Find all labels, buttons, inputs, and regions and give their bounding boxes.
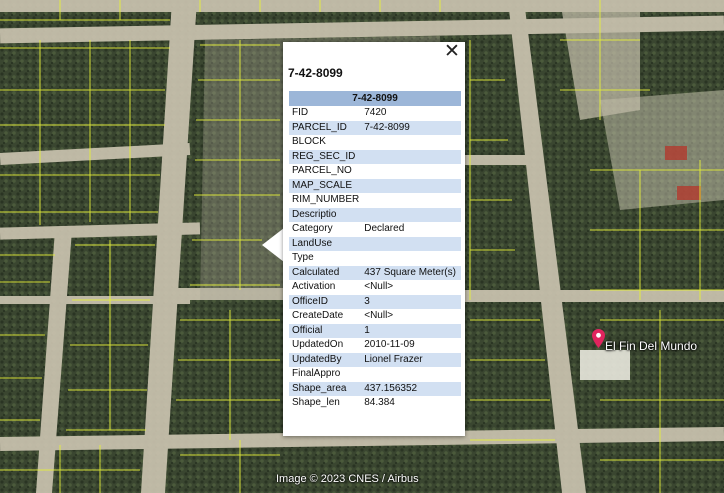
attribute-value [361, 164, 461, 179]
attribute-row: PARCEL_ID 7-42-8099 [289, 120, 461, 135]
attribute-value: 437 Square Meter(s) [361, 265, 461, 280]
attribute-value: Declared [364, 223, 405, 235]
attribute-key: Activation [292, 281, 336, 293]
attribute-row: Shape_area 437.156352 [289, 381, 461, 396]
attribute-table: 7-42-8099 FID 7420 PARCEL_ID 7-42-8099 BLOCK… [289, 91, 461, 411]
attribute-key: Descriptio [289, 207, 362, 222]
parcel-info-popup: ✕ 7-42-8099 7-42-8099 FID 7420 PARCEL_ID 7-… [283, 42, 465, 436]
attribute-value [361, 236, 461, 251]
attribute-row: UpdatedBy Lionel Frazer [289, 352, 461, 367]
attribute-key: FinalAppro [292, 368, 341, 380]
attribute-row: Calculated 437 Square Meter(s) [289, 265, 461, 280]
attribute-row: RIM_NUMBER [289, 193, 461, 208]
attribute-value: 7-42-8099 [361, 120, 461, 135]
attribute-key: PARCEL_ID [289, 120, 362, 135]
attribute-key: FID [292, 107, 309, 119]
popup-pointer [262, 228, 284, 262]
attribute-row: Category Declared [289, 222, 461, 237]
attribute-key: UpdatedOn [292, 339, 344, 351]
attribute-row: UpdatedOn 2010-11-09 [289, 338, 461, 353]
attribute-value: 3 [361, 294, 461, 309]
attribute-key: RIM_NUMBER [292, 194, 360, 206]
map-pin-icon[interactable] [592, 329, 605, 353]
attribute-value: 437.156352 [361, 381, 461, 396]
attribute-row: MAP_SCALE [289, 178, 461, 193]
attribute-key: Official [289, 323, 362, 338]
attribute-value [361, 135, 461, 150]
attribute-value: Lionel Frazer [361, 352, 461, 367]
attribute-row: OfficeID 3 [289, 294, 461, 309]
attribute-value [361, 251, 461, 266]
attribute-key: REG_SEC_ID [289, 149, 362, 164]
attribute-value [361, 207, 461, 222]
map-attribution: Image © 2023 CNES / Airbus [276, 473, 419, 485]
attribute-row: LandUse [289, 236, 461, 251]
attribute-value: <Null> [364, 281, 394, 293]
attribute-key: LandUse [289, 236, 362, 251]
attribute-value: <Null> [364, 310, 394, 322]
close-icon[interactable]: ✕ [443, 42, 461, 61]
attribute-key: CreateDate [292, 310, 344, 322]
attribute-row: FID 7420 [289, 106, 461, 121]
attribute-key: PARCEL_NO [292, 165, 352, 177]
attribute-row: REG_SEC_ID [289, 149, 461, 164]
attribute-row: BLOCK [289, 135, 461, 150]
popup-title: 7-42-8099 [288, 66, 343, 80]
attribute-row: Official 1 [289, 323, 461, 338]
attribute-key: Category [292, 223, 333, 235]
attribute-value [361, 149, 461, 164]
attribute-value: 7420 [364, 107, 387, 119]
attribute-value [361, 178, 461, 193]
attribute-row: FinalAppro [289, 367, 461, 382]
attribute-key: Shape_len [292, 397, 340, 409]
table-header: 7-42-8099 [289, 91, 461, 106]
attribute-row: Shape_len 84.384 [289, 396, 461, 411]
attribute-value [361, 193, 461, 208]
attribute-row: Type [289, 251, 461, 266]
attribute-value [361, 367, 461, 382]
attribute-row: Activation <Null> [289, 280, 461, 295]
attribute-value: 84.384 [364, 397, 395, 409]
attribute-key: UpdatedBy [289, 352, 362, 367]
attribute-key: Calculated [289, 265, 362, 280]
place-label[interactable]: El Fin Del Mundo [605, 339, 697, 353]
attribute-key: BLOCK [292, 136, 326, 148]
attribute-key: Type [292, 252, 314, 264]
attribute-value: 1 [361, 323, 461, 338]
attribute-row: CreateDate <Null> [289, 309, 461, 324]
attribute-key: OfficeID [289, 294, 362, 309]
attribute-row: Descriptio [289, 207, 461, 222]
attribute-row: PARCEL_NO [289, 164, 461, 179]
attribute-key: Shape_area [289, 381, 362, 396]
attribute-value: 2010-11-09 [364, 339, 415, 351]
attribute-key: MAP_SCALE [289, 178, 362, 193]
